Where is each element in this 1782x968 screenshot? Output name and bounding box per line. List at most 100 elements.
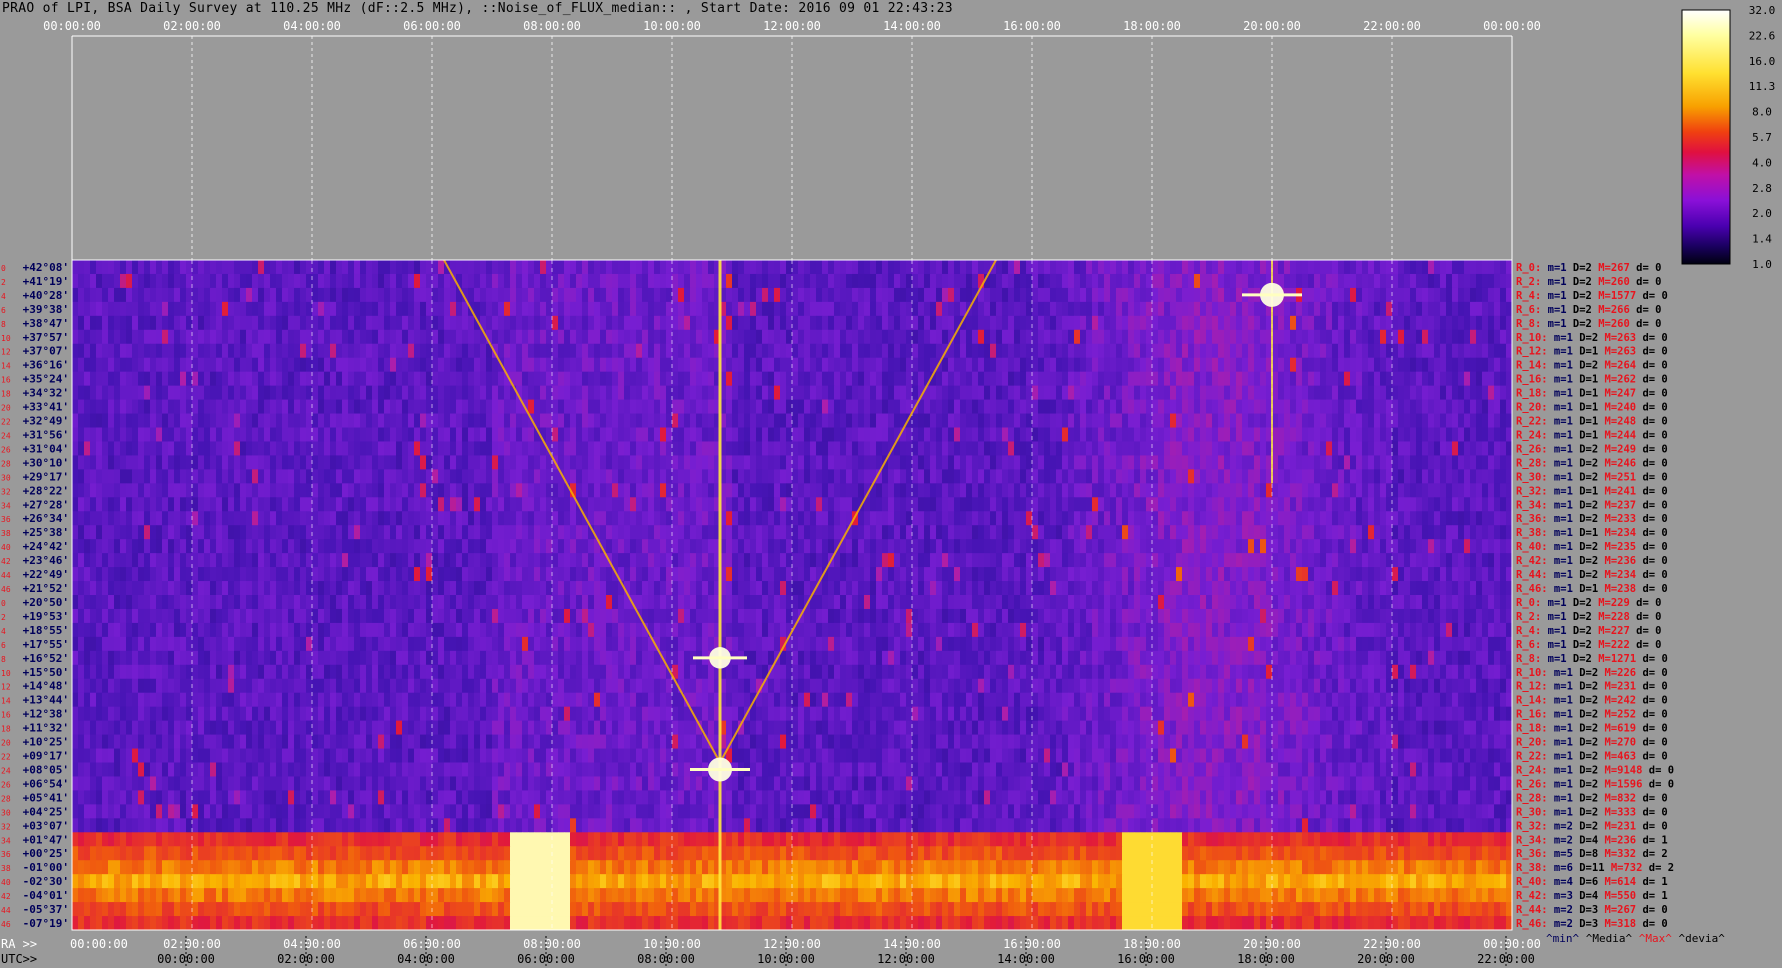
heatmap-cell [378, 343, 385, 359]
heatmap-cell [654, 301, 661, 317]
heatmap-cell [744, 455, 751, 470]
heatmap-cell [426, 413, 433, 428]
heatmap-cell [648, 399, 655, 414]
heatmap-cell [330, 539, 337, 554]
heatmap-cell [186, 385, 193, 400]
heatmap-cell [1338, 441, 1345, 456]
heatmap-cell [1086, 483, 1093, 498]
heatmap-cell [1062, 343, 1069, 359]
heatmap-cell [810, 539, 817, 554]
heatmap-cell [834, 260, 841, 275]
heatmap-cell [306, 511, 313, 526]
heatmap-cell [1014, 483, 1021, 498]
heatmap-cell [360, 539, 367, 554]
heatmap-cell [1356, 287, 1363, 303]
heatmap-cell [1386, 260, 1393, 275]
heatmap-cell [990, 497, 997, 512]
heatmap-cell [828, 399, 835, 414]
heatmap-cell [1290, 260, 1297, 275]
heatmap-cell [936, 525, 943, 540]
heatmap-cell [1260, 315, 1267, 331]
heatmap-cell [312, 385, 319, 400]
heatmap-cell [1434, 469, 1441, 484]
heatmap-cell [108, 427, 115, 442]
heatmap-cell [492, 273, 499, 289]
heatmap-cell [684, 413, 691, 428]
heatmap-cell [234, 539, 241, 554]
heatmap-cell [840, 371, 847, 387]
heatmap-cell [1284, 525, 1291, 540]
heatmap-cell [1194, 427, 1201, 442]
heatmap-cell [1500, 455, 1507, 470]
heatmap-cell [834, 427, 841, 442]
heatmap-cell [1410, 273, 1417, 289]
heatmap-cell [372, 273, 379, 289]
heatmap-cell [480, 343, 487, 359]
heatmap-cell [534, 329, 541, 345]
heatmap-cell [384, 287, 391, 303]
heatmap-cell [180, 315, 187, 331]
heatmap-cell [1026, 497, 1033, 512]
heatmap-cell [234, 371, 241, 387]
heatmap-cell [1008, 357, 1015, 373]
heatmap-cell [126, 399, 133, 414]
heatmap-cell [876, 525, 883, 540]
heatmap-cell [726, 371, 733, 387]
heatmap-cell [1314, 427, 1321, 442]
heatmap-cell [402, 385, 409, 400]
heatmap-cell [1236, 357, 1243, 373]
heatmap-cell [462, 357, 469, 373]
heatmap-cell [792, 469, 799, 484]
heatmap-cell [882, 287, 889, 303]
heatmap-cell [330, 399, 337, 414]
heatmap-cell [630, 287, 637, 303]
heatmap-cell [384, 315, 391, 331]
heatmap-cell [84, 497, 91, 512]
heatmap-cell [774, 315, 781, 331]
heatmap-cell [540, 483, 547, 498]
heatmap-cell [390, 441, 397, 456]
heatmap-cell [1410, 427, 1417, 442]
heatmap-cell [1134, 455, 1141, 470]
heatmap-cell [480, 511, 487, 526]
heatmap-cell [1200, 357, 1207, 373]
heatmap-cell [948, 315, 955, 331]
heatmap-cell [1176, 329, 1183, 345]
heatmap-cell [1452, 329, 1459, 345]
heatmap-cell [1254, 343, 1261, 359]
heatmap-cell [282, 371, 289, 387]
heatmap-cell [774, 371, 781, 387]
heatmap-cell [1140, 427, 1147, 442]
heatmap-cell [330, 371, 337, 387]
heatmap-cell [210, 260, 217, 275]
heatmap-cell [78, 525, 85, 540]
heatmap-cell [426, 371, 433, 387]
heatmap-cell [1404, 385, 1411, 400]
heatmap-cell [900, 441, 907, 456]
heatmap-cell [642, 343, 649, 359]
heatmap-cell [654, 539, 661, 554]
heatmap-cell [612, 427, 619, 442]
heatmap-cell [780, 441, 787, 456]
heatmap-cell [1332, 441, 1339, 456]
heatmap-cell [522, 329, 529, 345]
heatmap-cell [1290, 497, 1297, 512]
heatmap-cell [666, 539, 673, 554]
heatmap-cell [1314, 413, 1321, 428]
heatmap-cell [150, 441, 157, 456]
heatmap-cell [1446, 413, 1453, 428]
heatmap-cell [150, 385, 157, 400]
heatmap-cell [954, 385, 961, 400]
heatmap-cell [1368, 385, 1375, 400]
heatmap-cell [456, 343, 463, 359]
heatmap-cell [1002, 287, 1009, 303]
heatmap-cell [666, 399, 673, 414]
heatmap-cell [384, 497, 391, 512]
heatmap-cell [1236, 413, 1243, 428]
heatmap-cell [564, 260, 571, 275]
heatmap-cell [930, 483, 937, 498]
heatmap-cell [480, 371, 487, 387]
heatmap-cell [1104, 525, 1111, 540]
heatmap-cell [120, 525, 127, 540]
heatmap-cell [234, 357, 241, 373]
